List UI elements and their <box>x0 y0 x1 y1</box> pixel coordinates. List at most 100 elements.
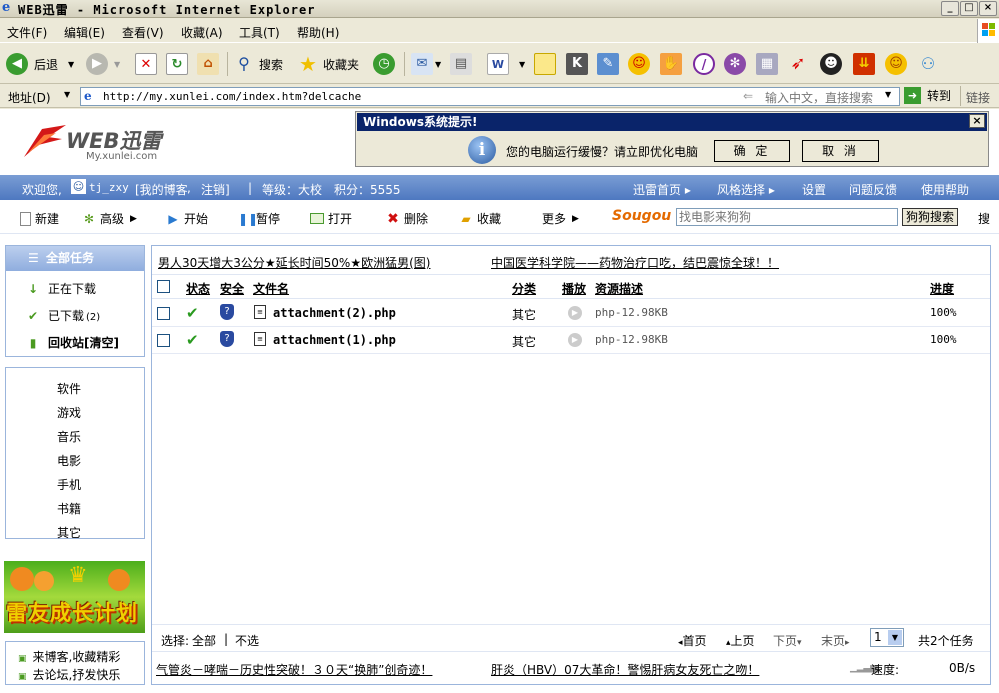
movie-search-button[interactable]: 狗狗搜索 <box>902 208 958 226</box>
category-software[interactable]: 软件 <box>57 380 81 397</box>
mail-button[interactable]: ✉ ▼ <box>411 52 441 76</box>
top-ad-link-1[interactable]: 男人30天增大3公分★延长时间50%★欧洲猛男(图) <box>158 254 430 271</box>
category-games[interactable]: 游戏 <box>57 404 81 421</box>
edit-word-button[interactable]: W ▼ <box>487 52 525 76</box>
go-button[interactable]: ➜ 转到 <box>904 87 951 104</box>
notes-button[interactable] <box>534 52 556 76</box>
all-tasks-item[interactable]: ☰ 全部任务 <box>6 246 144 271</box>
file-name[interactable]: attachment(1).php <box>273 333 396 347</box>
flashget-button[interactable]: ⇊ <box>853 52 875 76</box>
col-status[interactable]: 状态 <box>186 280 210 297</box>
thunder-button[interactable]: ➶ <box>787 52 809 76</box>
play-icon[interactable]: ▶ <box>568 333 582 347</box>
select-none-link[interactable]: 不选 <box>235 632 259 649</box>
menu-view[interactable]: 查看(V) <box>122 24 164 41</box>
top-ad-link-2[interactable]: 中国医学科学院——药物治疗口吃，结巴震惊全球！！ <box>491 254 779 271</box>
print-button[interactable]: ▤ <box>450 52 472 76</box>
qq-button[interactable]: ☻ <box>820 52 842 76</box>
addon-button[interactable]: ▦ <box>756 52 778 76</box>
smiley-button[interactable]: ☺ <box>628 52 650 76</box>
pause-button[interactable]: ❚❚ 暂停 <box>238 210 280 227</box>
help-link[interactable]: 使用帮助 <box>921 181 969 198</box>
advanced-button[interactable]: ✻ 高级 ▶ <box>82 210 137 227</box>
favorite-button[interactable]: ▰ 收藏 <box>459 210 501 227</box>
category-other[interactable]: 其它 <box>57 524 81 541</box>
movie-search-input[interactable] <box>676 208 898 226</box>
delete-button[interactable]: ✖ 删除 <box>386 210 428 227</box>
username[interactable]: tj_zxy <box>89 181 129 194</box>
col-category[interactable]: 分类 <box>512 280 536 297</box>
category-books[interactable]: 书籍 <box>57 500 81 517</box>
last-page-link[interactable]: 末页▸ <box>821 632 850 649</box>
plugin-button[interactable]: ✋ <box>660 52 682 76</box>
forum-link-item[interactable]: ▣ 去论坛,抒发快乐 <box>18 666 120 683</box>
start-button[interactable]: ▶ 开始 <box>166 210 208 227</box>
downloading-item[interactable]: ↓ 正在下载 <box>26 280 96 297</box>
more-button[interactable]: 更多 ▶ <box>542 210 579 227</box>
next-page-link[interactable]: 下页▾ <box>773 632 802 649</box>
back-button[interactable]: ◀ 后退 ▼ <box>6 52 74 76</box>
forward-button[interactable]: ▶ ▼ <box>86 52 120 76</box>
new-button[interactable]: 新建 <box>20 210 59 227</box>
blog-link-item[interactable]: ▣ 来博客,收藏精彩 <box>18 648 120 665</box>
favorites-button[interactable]: ★ 收藏夹 <box>297 52 359 76</box>
col-source[interactable]: 资源描述 <box>595 280 643 297</box>
menu-edit[interactable]: 编辑(E) <box>64 24 105 41</box>
growth-plan-banner[interactable]: ♛ 雷友成长计划 <box>4 561 145 633</box>
col-security[interactable]: 安全 <box>220 280 244 297</box>
history-button[interactable]: ◷ <box>373 52 395 76</box>
col-progress[interactable]: 进度 <box>930 280 954 297</box>
compass-button[interactable]: / <box>693 52 715 76</box>
col-filename[interactable]: 文件名 <box>253 280 289 297</box>
style-select-link[interactable]: 风格选择 ▸ <box>717 181 775 198</box>
refresh-button[interactable]: ↻ <box>166 52 188 76</box>
col-play[interactable]: 播放 <box>562 280 586 297</box>
first-page-link[interactable]: ◂首页 <box>678 632 707 649</box>
table-row[interactable]: ✔ ? ≡ attachment(1).php 其它 ▶ php-12.98KB… <box>152 327 990 354</box>
close-window-button[interactable]: × <box>979 1 997 16</box>
tool-button[interactable]: ✎ <box>597 52 619 76</box>
menu-tools[interactable]: 工具(T) <box>239 24 280 41</box>
downloaded-item[interactable]: ✔ 已下载 (2) <box>26 307 100 324</box>
file-name[interactable]: attachment(2).php <box>273 306 396 320</box>
category-music[interactable]: 音乐 <box>57 428 81 445</box>
gear-button[interactable]: ✻ <box>724 52 746 76</box>
menu-favorites[interactable]: 收藏(A) <box>181 24 223 41</box>
play-icon[interactable]: ▶ <box>568 306 582 320</box>
select-all-checkbox[interactable] <box>157 280 170 293</box>
xunlei-logo[interactable]: WEB迅雷 My.xunlei.com <box>22 121 192 169</box>
home-link[interactable]: 迅雷首页 ▸ <box>633 181 691 198</box>
search-more-link[interactable]: 搜 <box>978 210 990 227</box>
maximize-button[interactable]: □ <box>960 1 978 16</box>
row-checkbox[interactable] <box>157 307 170 320</box>
emoticon-button[interactable]: ☺ <box>885 52 907 76</box>
category-mobile[interactable]: 手机 <box>57 476 81 493</box>
select-all-link[interactable]: 全部 <box>192 632 216 649</box>
k-button[interactable]: K <box>566 52 588 76</box>
alert-ok-button[interactable]: 确 定 <box>714 140 790 162</box>
search-button[interactable]: ⚲ 搜索 <box>233 52 283 76</box>
page-select[interactable]: 1 ▼ <box>870 628 904 647</box>
bottom-ad-link-2[interactable]: 肝炎（HBV）07大革命！警惕肝病女友死亡之吻！ <box>491 661 759 678</box>
open-button[interactable]: 打开 <box>310 210 352 227</box>
recycle-bin-item[interactable]: ▮ 回收站[清空] <box>26 334 119 351</box>
home-button[interactable]: ⌂ <box>197 52 219 76</box>
table-row[interactable]: ✔ ? ≡ attachment(2).php 其它 ▶ php-12.98KB… <box>152 300 990 327</box>
alert-cancel-button[interactable]: 取 消 <box>802 140 879 162</box>
logout-link[interactable]: 注销] <box>201 181 230 198</box>
menu-file[interactable]: 文件(F) <box>7 24 47 41</box>
minimize-button[interactable]: _ <box>941 1 959 16</box>
menu-help[interactable]: 帮助(H) <box>297 24 339 41</box>
msn-button[interactable]: ⚇ <box>917 52 939 76</box>
prev-page-link[interactable]: ▴上页 <box>726 632 755 649</box>
stop-button[interactable]: ✕ <box>135 52 157 76</box>
category-movies[interactable]: 电影 <box>57 452 81 469</box>
bottom-ad-link-1[interactable]: 气管炎－哮喘－历史性突破！３０天“换肺”创奇迹！ <box>156 661 432 678</box>
links-button[interactable]: 链接 <box>966 89 990 106</box>
blog-link[interactable]: [我的博客 <box>135 181 188 198</box>
row-checkbox[interactable] <box>157 334 170 347</box>
alert-close-button[interactable]: × <box>969 114 985 128</box>
address-input[interactable]: e http://my.xunlei.com/index.htm?delcach… <box>80 87 900 106</box>
feedback-link[interactable]: 问题反馈 <box>849 181 897 198</box>
settings-link[interactable]: 设置 <box>802 181 826 198</box>
